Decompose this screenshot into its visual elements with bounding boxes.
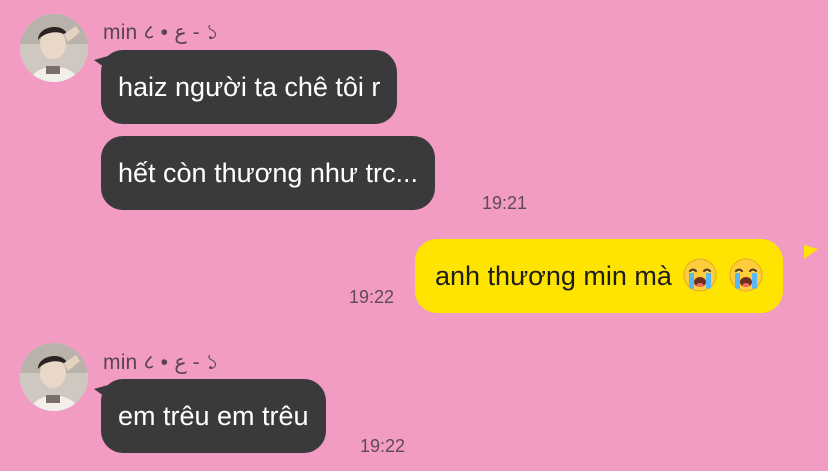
message-timestamp: 19:22 xyxy=(360,436,406,456)
avatar-photo xyxy=(20,14,88,82)
message-text: haiz người ta chê tôi r xyxy=(118,72,381,102)
message-bubble[interactable]: haiz người ta chê tôi r xyxy=(101,50,398,124)
loudly-crying-face-icon xyxy=(683,258,717,292)
bubble-tail xyxy=(94,56,108,70)
avatar-photo xyxy=(20,343,88,411)
message-timestamp: 19:21 xyxy=(482,193,528,213)
message-text: em trêu em trêu xyxy=(118,401,309,431)
message-bubble[interactable]: hết còn thương như trc... xyxy=(101,136,436,210)
sender-avatar[interactable] xyxy=(20,14,88,82)
bubble-tail xyxy=(94,385,108,399)
sender-name: min ८ • ع - ১ xyxy=(103,21,220,44)
message-bubble[interactable]: anh thương min mà xyxy=(415,239,783,313)
message-text: anh thương min mà xyxy=(435,261,672,291)
message-text: hết còn thương như trc... xyxy=(118,158,419,188)
sender-avatar[interactable] xyxy=(20,343,88,411)
sender-name: min ८ • ع - ১ xyxy=(103,351,220,374)
bubble-tail xyxy=(804,245,818,259)
message-bubble[interactable]: em trêu em trêu xyxy=(101,379,326,453)
message-timestamp: 19:22 xyxy=(349,287,395,307)
loudly-crying-face-icon xyxy=(729,258,763,292)
